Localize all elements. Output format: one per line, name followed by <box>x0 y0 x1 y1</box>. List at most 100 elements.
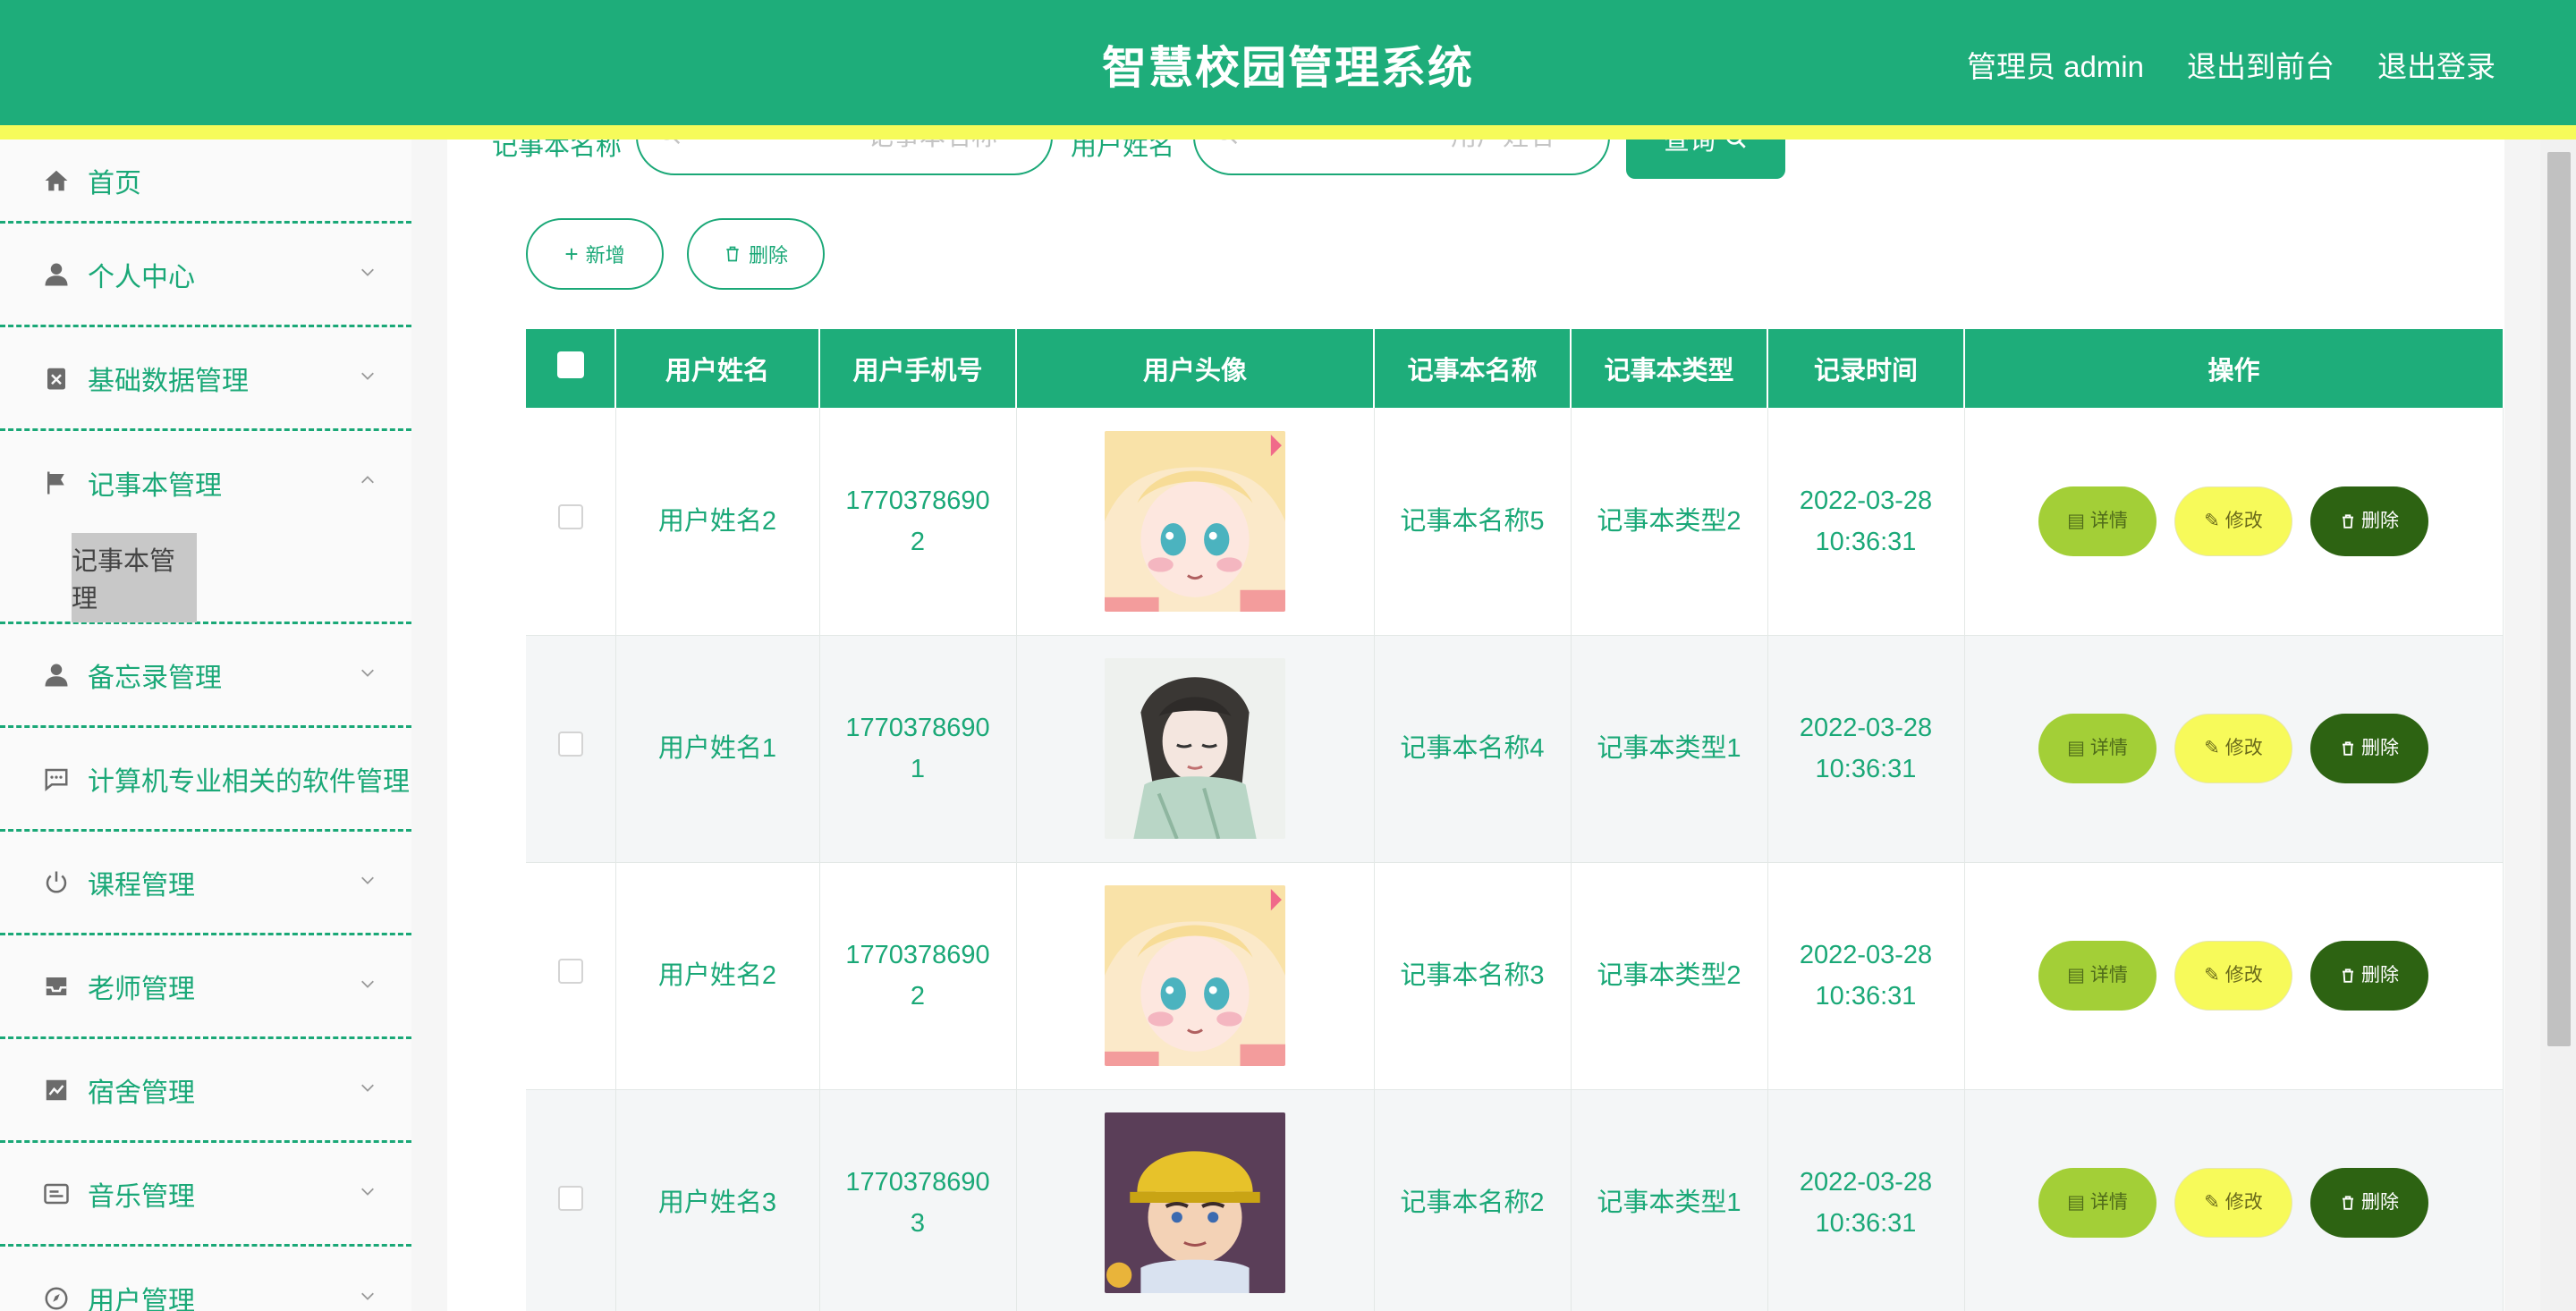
scrollbar-thumb[interactable] <box>2547 152 2571 1046</box>
row-checkbox[interactable] <box>557 732 583 757</box>
column-header: 用户手机号 <box>819 329 1017 408</box>
user-phone-cell: 1770378690 3 <box>819 1089 1017 1311</box>
detail-button[interactable]: ▤ 详情 <box>2038 1168 2157 1238</box>
sidebar-row[interactable]: 课程管理 <box>43 832 376 933</box>
sidebar-row[interactable]: 宿舍管理 <box>43 1039 376 1140</box>
sidebar-row[interactable]: 用户管理 <box>43 1247 376 1311</box>
delete-button[interactable]: 删除 <box>2310 486 2428 556</box>
sidebar-row[interactable]: 基础数据管理 <box>43 327 376 428</box>
admin-label[interactable]: 管理员 admin <box>1967 43 2144 86</box>
notebook-name-label: 记事本名称 <box>492 140 623 161</box>
sidebar-row[interactable]: 备忘录管理 <box>43 624 376 725</box>
header-links: 管理员 admin 退出到前台 退出登录 <box>1967 43 2496 86</box>
row-select-cell[interactable] <box>526 635 616 863</box>
sidebar-item-basic-data[interactable]: 基础数据管理 <box>0 327 411 431</box>
sidebar-row[interactable]: 记事本管理 <box>43 431 376 535</box>
edit-button[interactable]: ✎ 修改 <box>2174 941 2292 1011</box>
sidebar-row[interactable]: 首页 <box>43 140 376 221</box>
sidebar-item-teacher[interactable]: 老师管理 <box>0 935 411 1039</box>
sidebar-row[interactable]: 音乐管理 <box>43 1143 376 1244</box>
row-select-cell[interactable] <box>526 1089 616 1311</box>
header-accent-stripe <box>0 125 2576 140</box>
row-checkbox[interactable] <box>557 959 583 984</box>
sidebar-item-notebook[interactable]: 记事本管理 <box>0 431 411 624</box>
row-checkbox[interactable] <box>557 503 583 529</box>
search-icon <box>1726 140 1746 148</box>
sidebar-item-label: 个人中心 <box>88 262 195 292</box>
avatar-cell <box>1016 1089 1375 1311</box>
sidebar-item-dorm[interactable]: 宿舍管理 <box>0 1039 411 1143</box>
document-icon: ▤ <box>2067 738 2085 758</box>
delete-label: 删除 <box>2361 510 2399 531</box>
sidebar-item-software[interactable]: 计算机专业相关的软件管理 <box>0 728 411 832</box>
sidebar-item-users[interactable]: 用户管理 <box>0 1247 411 1311</box>
user-name-search[interactable] <box>1193 140 1610 175</box>
user-name-input[interactable] <box>1249 140 1555 173</box>
top-header: 智慧校园管理系统 管理员 admin 退出到前台 退出登录 <box>0 0 2576 125</box>
sidebar-item-music[interactable]: 音乐管理 <box>0 1143 411 1247</box>
sidebar-item-label: 计算机专业相关的软件管理 <box>88 766 410 797</box>
row-select-cell[interactable] <box>526 408 616 636</box>
sidebar-item-label: 记事本管理 <box>88 471 222 501</box>
sidebar-item-home[interactable]: 首页 <box>0 140 411 224</box>
chevron-down-icon <box>361 876 374 884</box>
detail-label: 详情 <box>2089 1192 2128 1213</box>
row-actions: ▤ 详情 ✎ 修改 删除 <box>1965 486 2503 556</box>
row-actions: ▤ 详情 ✎ 修改 删除 <box>1965 941 2503 1011</box>
sidebar-item-memo[interactable]: 备忘录管理 <box>0 624 411 728</box>
detail-button[interactable]: ▤ 详情 <box>2038 941 2157 1011</box>
compass-icon <box>43 1285 70 1311</box>
edit-button[interactable]: ✎ 修改 <box>2174 486 2292 556</box>
sidebar-item-label: 备忘录管理 <box>88 663 222 693</box>
column-header: 记事本名称 <box>1374 329 1572 408</box>
chevron-down-icon <box>361 980 374 988</box>
record-clock: 10:36:31 <box>1815 527 1917 556</box>
avatar <box>1105 658 1285 839</box>
record-time-cell: 2022-03-28 10:36:31 <box>1767 408 1965 636</box>
column-header: 用户姓名 <box>615 329 820 408</box>
notebook-name-input[interactable] <box>691 140 997 173</box>
query-button[interactable]: 查询 <box>1626 140 1785 179</box>
page-scrollbar[interactable] <box>2540 140 2576 1311</box>
sidebar-subitem-notebook[interactable]: 记事本管理 <box>72 533 197 622</box>
row-checkbox[interactable] <box>557 1186 583 1211</box>
select-all-cell[interactable] <box>526 329 616 408</box>
sidebar-item-label: 首页 <box>88 168 141 199</box>
actions-cell: ▤ 详情 ✎ 修改 删除 <box>1964 862 2504 1090</box>
notebook-name-search[interactable] <box>636 140 1053 175</box>
notebook-type-cell: 记事本类型2 <box>1571 408 1768 636</box>
sidebar-item-personal-center[interactable]: 个人中心 <box>0 224 411 327</box>
actions-cell: ▤ 详情 ✎ 修改 删除 <box>1964 1089 2504 1311</box>
notebook-name-cell: 记事本名称4 <box>1374 635 1572 863</box>
trash-icon <box>2343 1196 2353 1210</box>
phone-line: 1 <box>910 755 926 783</box>
sidebar-row[interactable]: 老师管理 <box>43 935 376 1036</box>
exit-to-frontend-link[interactable]: 退出到前台 <box>2187 43 2334 86</box>
sidebar-item-label: 宿舍管理 <box>88 1078 195 1108</box>
detail-button[interactable]: ▤ 详情 <box>2038 486 2157 556</box>
flag-icon <box>43 469 70 496</box>
logout-link[interactable]: 退出登录 <box>2377 43 2496 86</box>
detail-button[interactable]: ▤ 详情 <box>2038 714 2157 783</box>
detail-label: 详情 <box>2089 510 2128 531</box>
edit-button[interactable]: ✎ 修改 <box>2174 714 2292 783</box>
edit-label: 修改 <box>2224 1192 2263 1213</box>
delete-button[interactable]: 删除 <box>2310 941 2428 1011</box>
trash-icon <box>2343 968 2353 983</box>
sidebar-row[interactable]: 计算机专业相关的软件管理 <box>43 728 410 829</box>
main-content: 记事本名称 用户姓名 查询 + 新增 删除 <box>411 140 2504 1311</box>
delete-button[interactable]: 删除 <box>2310 1168 2428 1238</box>
user-name-cell: 用户姓名2 <box>615 862 820 1090</box>
avatar-image-blonde-girl <box>1105 885 1285 1066</box>
batch-delete-button[interactable]: 删除 <box>687 218 825 290</box>
row-select-cell[interactable] <box>526 862 616 1090</box>
user-icon <box>43 662 70 689</box>
sidebar-row[interactable]: 个人中心 <box>43 224 376 325</box>
search-icon <box>1221 140 1238 145</box>
delete-button[interactable]: 删除 <box>2310 714 2428 783</box>
edit-button[interactable]: ✎ 修改 <box>2174 1168 2292 1238</box>
card-icon <box>43 1180 70 1207</box>
add-button[interactable]: + 新增 <box>526 218 664 290</box>
sidebar-item-course[interactable]: 课程管理 <box>0 832 411 935</box>
select-all-checkbox[interactable] <box>556 351 584 378</box>
